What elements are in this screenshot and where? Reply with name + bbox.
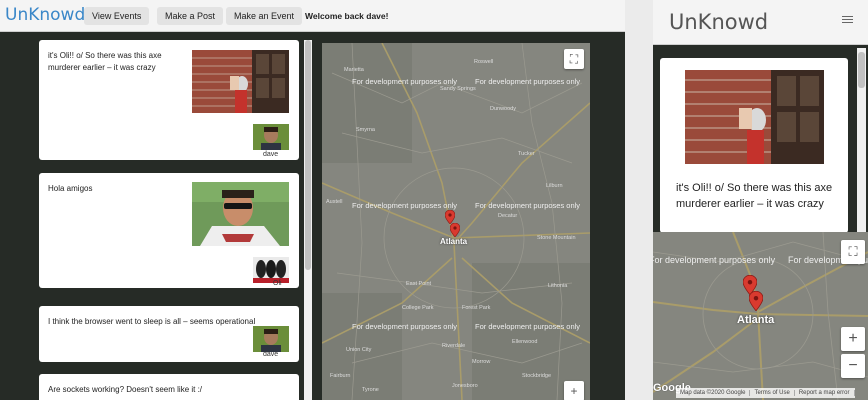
map-place-label: Decatur bbox=[498, 213, 518, 219]
map-place-label: Fairburn bbox=[330, 373, 351, 379]
map-city-label: Atlanta bbox=[737, 314, 775, 326]
post-card: it's Oli!! o/ So there was this axe murd… bbox=[660, 58, 848, 233]
post-card: it's Oli!! o/ So there was this axe murd… bbox=[39, 40, 299, 160]
map-place-label: Riverdale bbox=[442, 343, 466, 349]
feed-scrollbar[interactable] bbox=[304, 40, 312, 400]
post-text: it's Oli!! o/ So there was this axe murd… bbox=[48, 51, 162, 72]
map-place-label: Tucker bbox=[518, 151, 535, 157]
terms-link[interactable]: Terms of Use bbox=[750, 390, 795, 396]
post-image[interactable] bbox=[685, 70, 824, 164]
make-event-button[interactable]: Make an Event bbox=[226, 7, 303, 25]
dev-watermark: For development purposes only bbox=[352, 201, 458, 210]
view-events-button[interactable]: View Events bbox=[84, 7, 150, 25]
post-username[interactable]: dave bbox=[263, 151, 278, 158]
map-place-label: Sandy Springs bbox=[440, 86, 476, 92]
event-marker[interactable] bbox=[748, 290, 764, 312]
map-place-label: Forest Park bbox=[462, 305, 491, 311]
brand-logo[interactable]: UnKnowd bbox=[5, 5, 85, 25]
dev-watermark: For development purposes only bbox=[475, 201, 581, 210]
hamburger-menu-icon[interactable] bbox=[842, 14, 853, 25]
map-place-label: Stone Mountain bbox=[537, 235, 576, 241]
post-card: I think the browser went to sleep is all… bbox=[39, 306, 299, 362]
mobile-view: UnKnowd it's Oli!! o/ So there was this … bbox=[653, 0, 868, 400]
map-place-label: Tyrone bbox=[362, 387, 379, 393]
map-place-label: Lilburn bbox=[546, 183, 563, 189]
post-card: Are sockets working? Doesn't seem like i… bbox=[39, 374, 299, 400]
avatar[interactable] bbox=[253, 326, 289, 352]
post-username[interactable]: Oli bbox=[273, 280, 282, 287]
post-card: Hola amigos Oli bbox=[39, 173, 299, 288]
top-navbar: UnKnowd View Events Make a Post Make an … bbox=[0, 0, 625, 32]
divider bbox=[625, 0, 653, 400]
zoom-in-button[interactable]: + bbox=[564, 381, 584, 400]
dev-watermark: For development purposes only bbox=[653, 255, 776, 265]
welcome-message: Welcome back dave! bbox=[305, 11, 389, 21]
brand-logo[interactable]: UnKnowd bbox=[669, 10, 768, 34]
map-place-label: Smyrna bbox=[356, 127, 375, 133]
map-place-label: Ellenwood bbox=[512, 339, 538, 345]
map-place-label: College Park bbox=[402, 305, 434, 311]
post-text: Are sockets working? Doesn't seem like i… bbox=[48, 385, 203, 394]
report-map-error-link[interactable]: Report a map error bbox=[794, 390, 855, 396]
dev-watermark: For development purposes only bbox=[352, 77, 458, 86]
map-place-label: Stockbridge bbox=[522, 373, 552, 379]
map-city-label: Atlanta bbox=[440, 237, 468, 246]
map-place-label: East Point bbox=[406, 281, 432, 287]
post-image[interactable] bbox=[192, 50, 289, 113]
event-marker[interactable] bbox=[445, 210, 455, 224]
mobile-events-map[interactable]: For development purposes only For develo… bbox=[653, 232, 868, 400]
map-place-label: Roswell bbox=[474, 59, 494, 65]
events-map[interactable]: Marietta Sandy Springs Roswell Dunwoody … bbox=[322, 43, 590, 400]
map-place-label: Union City bbox=[346, 347, 372, 353]
desktop-view: UnKnowd View Events Make a Post Make an … bbox=[0, 0, 625, 400]
post-feed[interactable]: it's Oli!! o/ So there was this axe murd… bbox=[0, 32, 318, 400]
post-text: Hola amigos bbox=[48, 184, 93, 193]
avatar[interactable] bbox=[253, 124, 289, 150]
fullscreen-icon[interactable]: ⛶ bbox=[841, 240, 865, 264]
map-place-label: Austell bbox=[326, 199, 343, 205]
zoom-out-button[interactable]: − bbox=[841, 354, 865, 378]
avatar[interactable] bbox=[253, 257, 289, 283]
map-place-label: Dunwoody bbox=[490, 106, 516, 112]
mobile-navbar: UnKnowd bbox=[653, 0, 868, 45]
post-image[interactable] bbox=[192, 182, 289, 246]
dev-watermark: For development purposes only bbox=[352, 322, 458, 331]
map-place-label: Morrow bbox=[472, 359, 491, 365]
dev-watermark: For development purposes only bbox=[475, 77, 581, 86]
event-marker[interactable] bbox=[450, 223, 460, 237]
zoom-in-button[interactable]: + bbox=[841, 327, 865, 351]
fullscreen-icon[interactable]: ⛶ bbox=[564, 49, 584, 69]
map-place-label: Jonesboro bbox=[452, 383, 478, 389]
make-post-button[interactable]: Make a Post bbox=[157, 7, 224, 25]
map-attribution: Map data ©2020 Google Terms of Use Report … bbox=[676, 388, 855, 398]
map-data-credit: Map data ©2020 Google bbox=[676, 390, 751, 396]
map-place-label: Lithonia bbox=[548, 283, 568, 289]
dev-watermark: For development purposes only bbox=[475, 322, 581, 331]
post-username[interactable]: dave bbox=[263, 351, 278, 358]
scrollbar-thumb[interactable] bbox=[305, 40, 311, 270]
post-text: I think the browser went to sleep is all… bbox=[48, 317, 256, 326]
map-place-label: Marietta bbox=[344, 67, 364, 73]
mobile-scrollbar[interactable] bbox=[857, 48, 866, 233]
post-text: it's Oli!! o/ So there was this axe murd… bbox=[676, 182, 833, 210]
scrollbar-thumb[interactable] bbox=[858, 52, 865, 88]
